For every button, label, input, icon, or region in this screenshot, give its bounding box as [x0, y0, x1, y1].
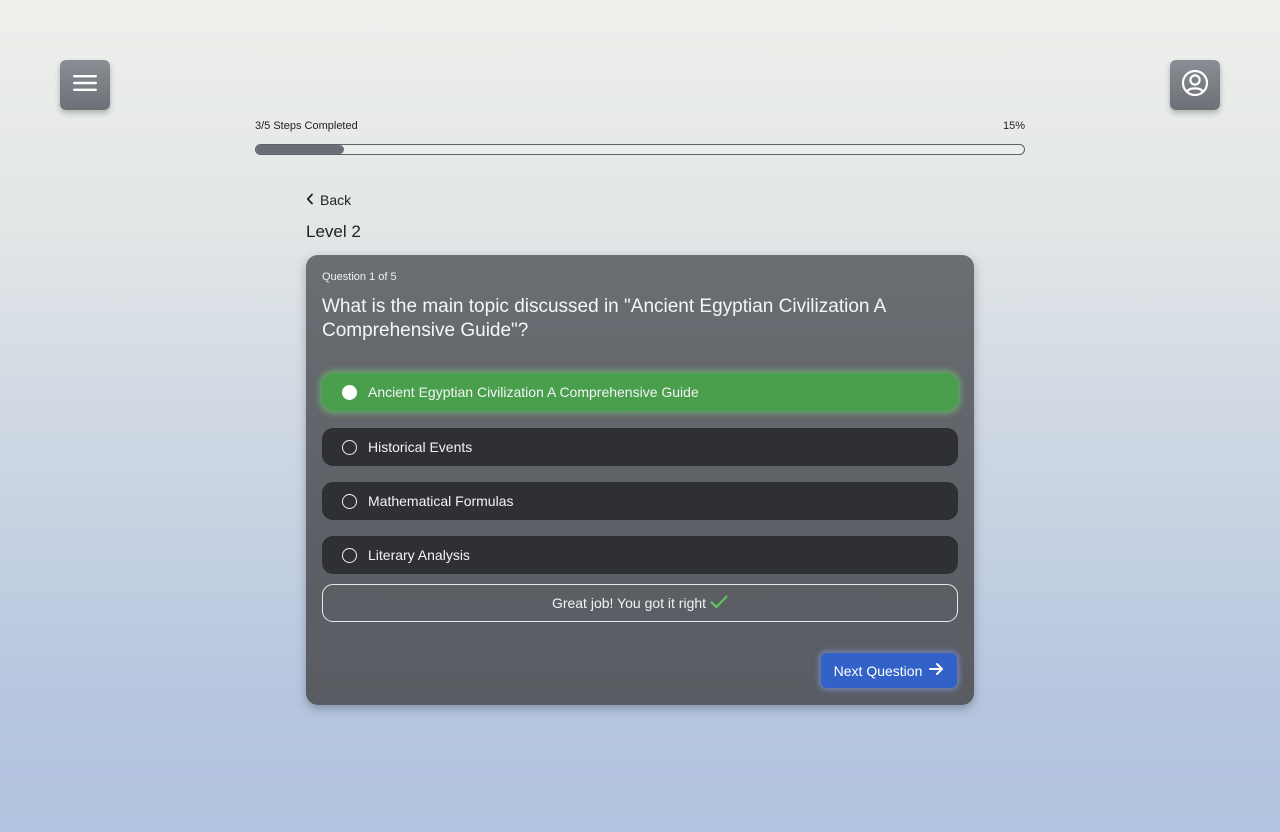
level-title: Level 2 — [306, 222, 361, 241]
progress-bar-fill — [256, 145, 345, 154]
radio-selected-icon — [342, 384, 357, 400]
feedback-text: Great job! You got it right — [551, 595, 707, 611]
menu-button[interactable] — [60, 60, 110, 110]
answer-option-label: Ancient Egyptian Civilization A Comprehe… — [368, 384, 699, 400]
back-link[interactable]: Back — [306, 192, 351, 208]
profile-button[interactable] — [1170, 60, 1220, 110]
radio-empty-icon — [342, 493, 357, 509]
progress-percent-label: 15% — [1002, 120, 1025, 132]
radio-empty-icon — [342, 439, 357, 455]
next-question-label: Next Question — [833, 662, 923, 679]
answer-option-1[interactable]: Ancient Egyptian Civilization A Comprehe… — [322, 373, 958, 411]
chevron-left-icon — [306, 192, 314, 208]
answer-option-2[interactable]: Historical Events — [322, 428, 958, 466]
checkmark-icon — [710, 594, 728, 612]
answer-option-label: Mathematical Formulas — [368, 493, 514, 509]
answer-option-4[interactable]: Literary Analysis — [322, 536, 958, 574]
next-question-button[interactable]: Next Question — [821, 653, 957, 688]
back-label: Back — [320, 192, 352, 208]
question-counter: Question 1 of 5 — [322, 271, 397, 283]
feedback-message: Great job! You got it right — [322, 584, 958, 622]
progress-section: 3/5 Steps Completed 15% — [255, 120, 1025, 155]
answer-option-label: Literary Analysis — [368, 547, 470, 563]
question-text: What is the main topic discussed in "Anc… — [322, 296, 886, 341]
answer-option-3[interactable]: Mathematical Formulas — [322, 482, 958, 520]
radio-empty-icon — [342, 547, 357, 563]
progress-bar — [255, 144, 1025, 155]
hamburger-menu-icon — [73, 74, 97, 97]
steps-completed-label: 3/5 Steps Completed — [255, 120, 358, 132]
user-circle-icon — [1181, 69, 1209, 102]
quiz-card: Question 1 of 5 What is the main topic d… — [306, 255, 974, 705]
arrow-right-icon — [929, 662, 944, 679]
answer-option-label: Historical Events — [368, 439, 473, 455]
